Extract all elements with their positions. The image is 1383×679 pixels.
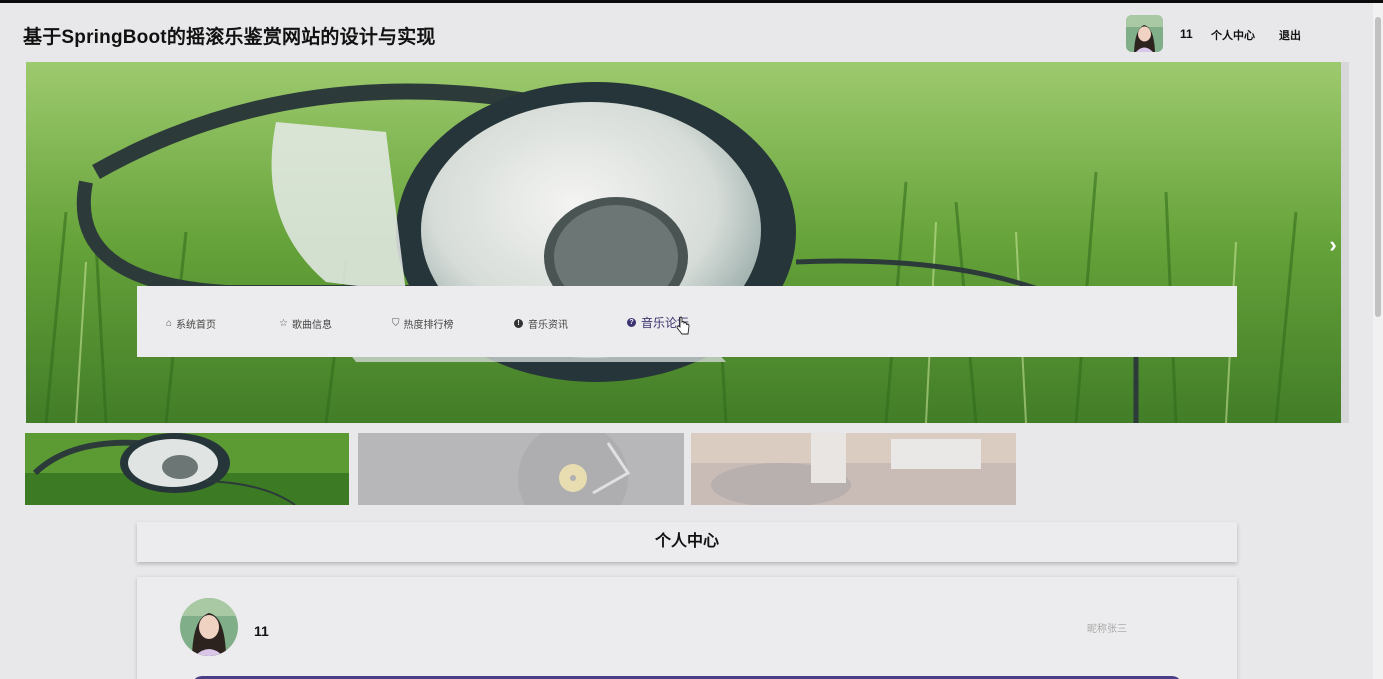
profile-card: 11 昵称张三: [137, 577, 1237, 679]
page-scrollbar[interactable]: [1373, 3, 1383, 679]
section-title: 个人中心: [137, 522, 1237, 562]
profile-avatar-photo: [180, 598, 238, 656]
star-icon: ☆: [279, 318, 288, 329]
profile-avatar[interactable]: [180, 598, 238, 656]
chevron-right-icon[interactable]: ›: [1322, 230, 1344, 260]
thumb-image-vinyl-record: [358, 433, 684, 505]
header-username[interactable]: 11: [1180, 27, 1193, 41]
profile-username: 11: [254, 623, 269, 639]
logout-link[interactable]: 退出: [1279, 27, 1301, 43]
nav-item-home[interactable]: ⌂ 系统首页: [166, 316, 216, 331]
info-icon: !: [514, 319, 523, 328]
carousel-thumb-2[interactable]: [358, 433, 684, 505]
nav-item-label: 热度排行榜: [403, 320, 454, 331]
thumb-image-headphones: [25, 433, 349, 505]
nav-item-label: 音乐资讯: [528, 320, 568, 331]
question-icon: ?: [627, 318, 636, 327]
window-top-border: [0, 0, 1383, 3]
nav-item-songs[interactable]: ☆ 歌曲信息: [279, 316, 332, 331]
user-avatar-photo: [1126, 15, 1163, 52]
hand-cursor-icon: [676, 316, 690, 335]
nav-item-news[interactable]: ! 音乐资讯: [514, 316, 568, 331]
scrollbar-thumb[interactable]: [1375, 17, 1381, 317]
nav-item-label: 歌曲信息: [291, 320, 332, 331]
bag-icon: ⛉: [392, 318, 400, 329]
carousel-thumb-1[interactable]: [25, 433, 349, 505]
nav-item-label: 系统首页: [176, 320, 217, 331]
carousel-thumb-3[interactable]: [691, 433, 1016, 505]
profile-nickname: 昵称张三: [1087, 624, 1127, 635]
banner-carousel[interactable]: [26, 62, 1341, 423]
nav-item-ranking[interactable]: ⛉ 热度排行榜: [392, 316, 454, 331]
banner-image-headphones-on-grass: [26, 62, 1341, 423]
thumb-image-guitar: [691, 433, 1016, 505]
site-title: 基于SpringBoot的摇滚乐鉴赏网站的设计与实现: [23, 27, 436, 48]
user-avatar[interactable]: [1126, 15, 1163, 52]
home-icon: ⌂: [166, 318, 173, 329]
user-center-link[interactable]: 个人中心: [1211, 27, 1255, 43]
